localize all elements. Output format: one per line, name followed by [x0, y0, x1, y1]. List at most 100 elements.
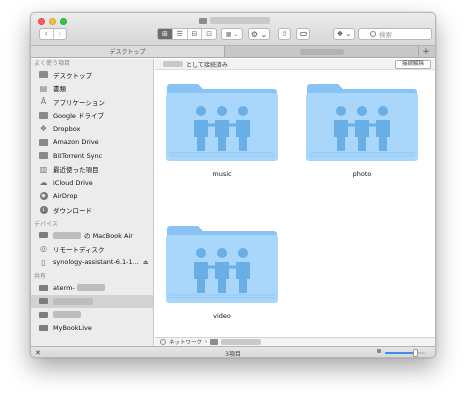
- sidebar-item[interactable]: BitTorrent Sync: [31, 149, 153, 163]
- sidebar-item[interactable]: ☁ iCloud Drive: [31, 176, 153, 190]
- redacted-tab-title: [299, 48, 344, 55]
- folder-icon: [39, 111, 48, 120]
- minimize-button[interactable]: [49, 18, 56, 25]
- server-icon: [199, 17, 207, 24]
- tab-desktop[interactable]: デスクトップ: [31, 46, 225, 57]
- sidebar-item[interactable]: MyBookLive: [31, 322, 153, 336]
- server-icon: [39, 297, 48, 306]
- window-controls: [38, 18, 67, 25]
- sidebar-item[interactable]: の MacBook Air: [31, 229, 153, 243]
- tab-bar: デスクトップ +: [31, 46, 435, 58]
- sidebar-section-favorites: よく使う項目: [34, 60, 71, 67]
- close-button[interactable]: [38, 18, 45, 25]
- action-gear-button[interactable]: ⚙ ⌄: [248, 28, 270, 40]
- disc-icon: ◎: [40, 244, 47, 254]
- server-icon: [39, 310, 48, 319]
- dropbox-toolbar-button[interactable]: ❖ ⌄: [333, 28, 355, 40]
- sidebar-item-label: MyBookLive: [53, 324, 92, 333]
- toolbar: ‹ › ⊞ ☰ ⊟ ⊡ ▦ ⌄ ⚙ ⌄ ⇧ ❖ ⌄ 検索: [31, 13, 435, 46]
- sidebar-item[interactable]: ▤ 書類: [31, 82, 153, 96]
- redacted-server-path[interactable]: [221, 339, 262, 345]
- sidebar-item[interactable]: ❖ Dropbox: [31, 122, 153, 136]
- sidebar-item[interactable]: Amazon Drive: [31, 136, 153, 150]
- cover-flow-button[interactable]: ⊡: [201, 29, 216, 39]
- connection-status: として接続済み: [186, 61, 228, 69]
- sidebar-item-label: BitTorrent Sync: [53, 151, 103, 160]
- path-network[interactable]: ネットワーク: [169, 338, 202, 346]
- recents-icon: ▥: [39, 164, 48, 174]
- search-field[interactable]: 検索: [358, 28, 432, 40]
- redacted-name: [53, 231, 81, 239]
- list-view-button[interactable]: ☰: [171, 29, 187, 39]
- search-icon: [370, 31, 376, 37]
- sidebar: よく使う項目 デスクトップ ▤ 書類 Ā アプリケーション Google ドライブ ❖ Dro…: [31, 59, 154, 346]
- sidebar-item-label: ダウンロード: [53, 206, 92, 215]
- tag-icon: [299, 32, 307, 36]
- sidebar-item[interactable]: ▥ 最近使った項目: [31, 163, 153, 177]
- server-icon: [39, 324, 48, 333]
- folder-item[interactable]: photo: [303, 77, 421, 178]
- folder-name: photo: [352, 170, 372, 178]
- disk-image-icon: ▯: [41, 257, 46, 267]
- forward-button[interactable]: ›: [52, 29, 67, 39]
- icon-size-slider[interactable]: [377, 349, 425, 357]
- icon-view-button[interactable]: ⊞: [158, 29, 172, 39]
- sidebar-item[interactable]: ↓ ダウンロード: [31, 203, 153, 217]
- tags-button[interactable]: [296, 28, 310, 40]
- share-button[interactable]: ⇧: [278, 28, 291, 40]
- path-bar: ネットワーク ›: [155, 337, 435, 346]
- eject-icon[interactable]: ⏏: [143, 259, 149, 266]
- new-tab-button[interactable]: +: [419, 46, 433, 57]
- finder-window: ‹ › ⊞ ☰ ⊟ ⊡ ▦ ⌄ ⚙ ⌄ ⇧ ❖ ⌄ 検索 デスクトップ + よく…: [30, 12, 436, 358]
- sidebar-item-label: AirDrop: [53, 192, 78, 201]
- laptop-icon: [39, 231, 48, 240]
- zoom-button[interactable]: [60, 18, 67, 25]
- cloud-icon: ☁: [39, 178, 48, 188]
- folder-icon: [39, 138, 48, 147]
- sidebar-item-label: アプリケーション: [53, 98, 105, 107]
- sidebar-item[interactable]: ◉ AirDrop: [31, 190, 153, 204]
- shared-folder-icon: [306, 84, 418, 161]
- view-mode-control: ⊞ ☰ ⊟ ⊡: [157, 28, 217, 40]
- connection-bar: として接続済み 接続解除: [155, 59, 435, 70]
- shared-folder-icon: [166, 226, 278, 303]
- item-count: 3項目: [225, 350, 241, 358]
- folder-icon: [39, 151, 48, 160]
- sidebar-item-label: の MacBook Air: [84, 232, 133, 241]
- sidebar-item-label: iCloud Drive: [53, 178, 93, 187]
- folder-item[interactable]: music: [163, 77, 281, 178]
- sidebar-item[interactable]: ◎ リモートディスク: [31, 242, 153, 256]
- tab-server[interactable]: [225, 46, 419, 57]
- shared-folder-icon: [166, 84, 278, 161]
- sidebar-item-label: Amazon Drive: [53, 138, 99, 147]
- column-view-button[interactable]: ⊟: [186, 29, 202, 39]
- sidebar-item[interactable]: デスクトップ: [31, 68, 153, 82]
- sidebar-item-label: aterm-: [53, 283, 75, 292]
- sidebar-item[interactable]: [31, 294, 153, 308]
- search-placeholder: 検索: [379, 31, 392, 39]
- redacted-title: [210, 17, 270, 24]
- server-icon: [210, 339, 219, 345]
- sidebar-item-label: 書類: [53, 85, 66, 94]
- redacted-name: [53, 311, 81, 319]
- back-button[interactable]: ‹: [40, 29, 53, 39]
- folder-name: video: [213, 312, 231, 320]
- disconnect-button[interactable]: 接続解除: [394, 60, 431, 69]
- documents-icon: ▤: [39, 83, 48, 93]
- folder-item[interactable]: video: [163, 219, 281, 320]
- downloads-icon: ↓: [39, 205, 48, 214]
- dropbox-icon: ❖: [39, 124, 48, 134]
- sidebar-item[interactable]: ▯ synology-assistant-6.1-1... ⏏: [31, 256, 153, 270]
- slider-knob[interactable]: [413, 349, 418, 357]
- tools-icon: ✕: [35, 349, 41, 357]
- server-icon: [39, 283, 48, 292]
- sidebar-item[interactable]: Google ドライブ: [31, 109, 153, 123]
- applications-icon: Ā: [40, 97, 47, 107]
- path-separator: ›: [205, 339, 208, 345]
- arrange-button[interactable]: ▦ ⌄: [221, 28, 243, 40]
- redacted-name: [53, 297, 93, 305]
- sidebar-item[interactable]: [31, 308, 153, 322]
- sidebar-item-label: 最近使った項目: [53, 166, 99, 175]
- sidebar-item[interactable]: Ā アプリケーション: [31, 95, 153, 109]
- sidebar-item[interactable]: aterm-: [31, 281, 153, 295]
